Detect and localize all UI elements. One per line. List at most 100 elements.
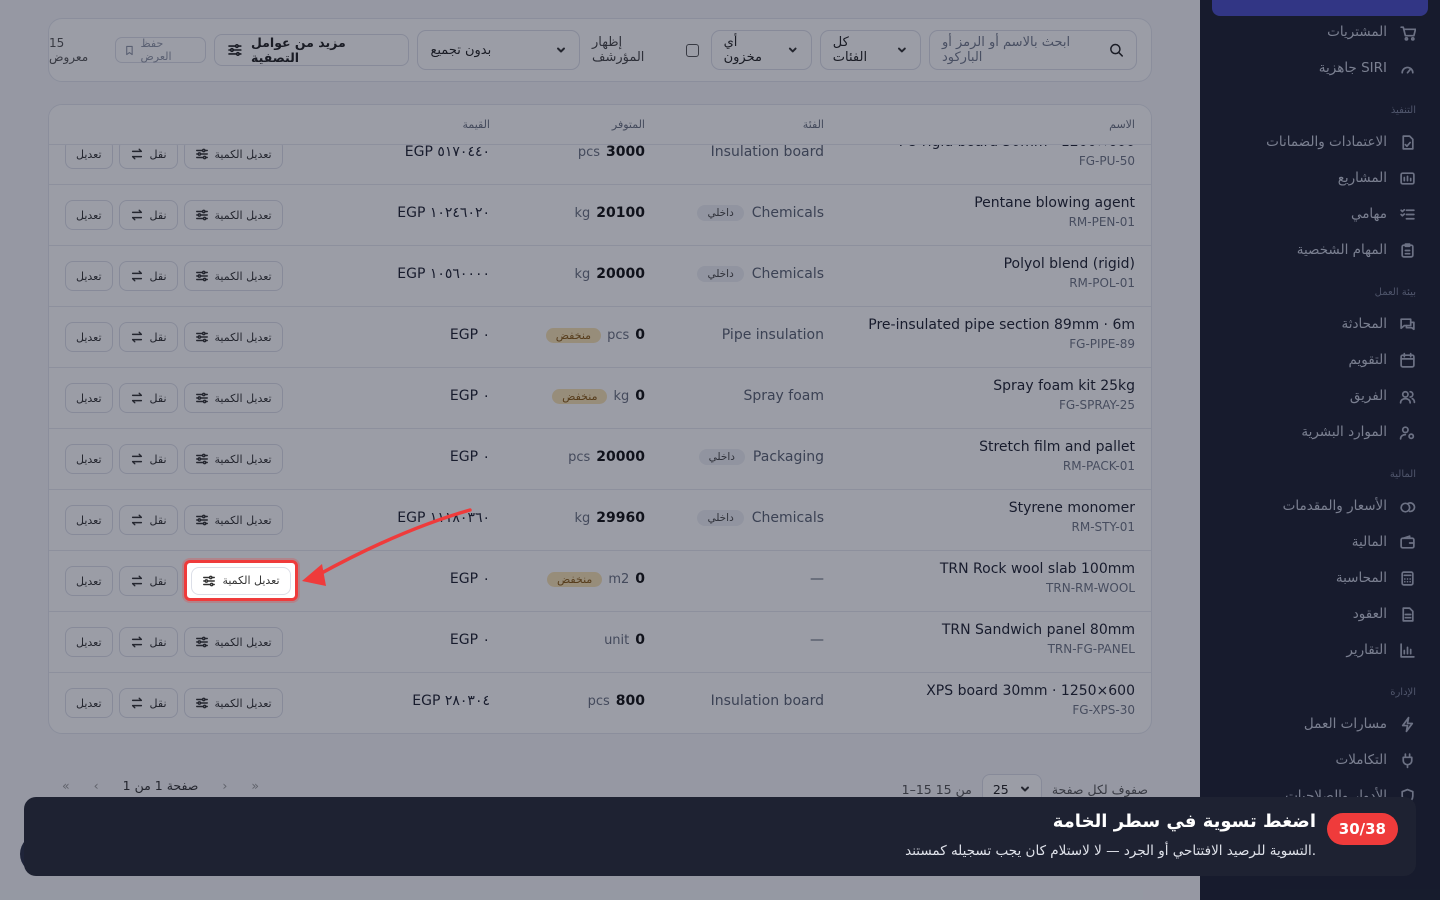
item-name[interactable]: Styrene monomer — [1009, 500, 1135, 516]
sidebar-item[interactable]: التقارير — [1200, 632, 1440, 668]
internal-badge: داخلي — [697, 510, 744, 526]
edit-button[interactable]: تعديل — [65, 200, 113, 230]
sidebar-item[interactable]: المالية — [1200, 524, 1440, 560]
sidebar-item[interactable]: المشتريات — [1200, 14, 1440, 50]
sidebar-item[interactable]: مهامي — [1200, 196, 1440, 232]
sidebar-item-label: المحاسبة — [1335, 570, 1387, 586]
sliders-icon — [195, 697, 208, 709]
item-category: Insulation board — [710, 693, 824, 709]
item-name[interactable]: Spray foam kit 25kg — [993, 378, 1135, 394]
edit-button[interactable]: تعديل — [65, 627, 113, 657]
adjust-quantity-button[interactable]: تعديل الكمية — [183, 383, 283, 413]
item-category: — — [810, 571, 824, 587]
grouping-select[interactable]: بدون تجميع — [417, 30, 580, 70]
item-name[interactable]: Stretch film and pallet — [979, 439, 1135, 455]
item-name[interactable]: TRN Sandwich panel 80mm — [942, 622, 1135, 638]
adjust-quantity-button[interactable]: تعديل الكمية — [183, 322, 283, 352]
item-name[interactable]: Polyol blend (rigid) — [1004, 256, 1135, 272]
item-name[interactable]: Pre-insulated pipe section 89mm · 6m — [868, 317, 1135, 333]
adjust-quantity-button[interactable]: تعديل الكمية — [191, 566, 291, 595]
sidebar-item[interactable]: المهام الشخصية — [1200, 232, 1440, 268]
next-page-button[interactable]: › — [222, 778, 227, 793]
transfer-button[interactable]: نقل — [118, 627, 178, 657]
transfer-button[interactable]: نقل — [118, 566, 178, 596]
adjust-quantity-button[interactable]: تعديل الكمية — [183, 627, 283, 657]
sliders-icon — [195, 270, 208, 282]
sidebar-item[interactable]: التقويم — [1200, 342, 1440, 378]
sidebar-item[interactable]: الأسعار والمقدمات — [1200, 488, 1440, 524]
plug-icon — [1402, 752, 1413, 768]
adjust-quantity-label: تعديل الكمية — [214, 635, 272, 649]
sidebar-item[interactable]: المشاريع — [1200, 160, 1440, 196]
adjust-quantity-label: تعديل الكمية — [214, 696, 272, 710]
item-quantity: 3000 — [606, 144, 645, 160]
adjust-quantity-button[interactable]: تعديل الكمية — [183, 688, 283, 718]
transfer-button[interactable]: نقل — [118, 383, 178, 413]
item-name-cell: Pentane blowing agent RM-PEN-01 — [974, 195, 1135, 229]
adjust-quantity-button[interactable]: تعديل الكمية — [183, 200, 283, 230]
first-page-button[interactable]: « — [62, 778, 70, 793]
edit-button[interactable]: تعديل — [65, 505, 113, 535]
sidebar-item[interactable]: مسارات العمل — [1200, 706, 1440, 742]
item-name[interactable]: XPS board 30mm · 1250×600 — [926, 683, 1135, 699]
transfer-button[interactable]: نقل — [118, 200, 178, 230]
archived-checkbox[interactable] — [685, 43, 699, 57]
prev-page-button[interactable]: ‹ — [94, 778, 99, 793]
calculator-icon — [1401, 570, 1414, 586]
item-unit: unit — [604, 632, 630, 648]
transfer-button[interactable]: نقل — [118, 505, 178, 535]
transfer-button[interactable]: نقل — [118, 261, 178, 291]
item-unit: pcs — [568, 449, 591, 465]
archived-toggle[interactable]: إظهار المؤرشف — [588, 35, 703, 65]
table-row: Pentane blowing agent RM-PEN-01 داخلي Chemi… — [49, 185, 1151, 246]
sidebar-item[interactable]: العقود — [1200, 596, 1440, 632]
search-placeholder: ابحث بالاسم أو الرمز أو الباركود — [941, 35, 1071, 65]
adjust-quantity-button[interactable]: تعديل الكمية — [183, 505, 283, 535]
save-view-button[interactable]: حفظ العرض — [114, 37, 207, 63]
sidebar-item[interactable]: المحادثة — [1200, 306, 1440, 342]
last-page-button[interactable]: » — [251, 778, 259, 793]
adjust-quantity-button[interactable]: تعديل الكمية — [183, 261, 283, 291]
sidebar-item[interactable]: الاعتمادات والضمانات — [1200, 124, 1440, 160]
chat-icon — [1400, 317, 1415, 330]
item-category-cell: Pipe insulation — [722, 327, 824, 343]
table-row: Polyol blend (rigid) RM-POL-01 داخلي Chemic… — [49, 246, 1151, 307]
internal-badge: داخلي — [698, 449, 745, 465]
category-select[interactable]: كل الفئات — [819, 30, 921, 70]
edit-button[interactable]: تعديل — [65, 261, 113, 291]
edit-label: تعديل — [76, 208, 102, 222]
item-name-cell: Stretch film and pallet RM-PACK-01 — [979, 439, 1135, 473]
item-name[interactable]: Pentane blowing agent — [974, 195, 1135, 211]
adjust-quantity-button[interactable]: تعديل الكمية — [183, 444, 283, 474]
item-unit: pcs — [587, 693, 610, 709]
transfer-arrows-icon — [131, 148, 142, 160]
header-available: المتوفر — [611, 118, 645, 131]
sidebar-item-label: المحادثة — [1341, 316, 1387, 332]
sidebar-nav: المشتريات جاهزية SIRI التنفيذ الاعتمادات وا… — [1200, 14, 1440, 814]
transfer-button[interactable]: نقل — [118, 688, 178, 718]
highlighted-adjust-button[interactable]: تعديل الكمية — [184, 560, 298, 601]
edit-button[interactable]: تعديل — [65, 383, 113, 413]
item-quantity-cell: pcs 3000 — [578, 144, 645, 160]
tutorial-text: التسوية للرصيد الافتتاحي أو الجرد — لا ل… — [905, 843, 1316, 859]
transfer-button[interactable]: نقل — [118, 322, 178, 352]
more-filters-button[interactable]: مزيد من عوامل التصفية — [214, 34, 410, 66]
sidebar-item[interactable]: الفريق — [1200, 378, 1440, 414]
sliders-icon — [195, 148, 208, 160]
sidebar-item[interactable]: جاهزية SIRI — [1200, 50, 1440, 86]
item-name[interactable]: TRN Rock wool slab 100mm — [940, 561, 1135, 577]
edit-button[interactable]: تعديل — [65, 566, 113, 596]
sliders-icon — [195, 392, 208, 404]
edit-button[interactable]: تعديل — [65, 322, 113, 352]
edit-button[interactable]: تعديل — [65, 688, 113, 718]
sidebar-item[interactable]: الموارد البشرية — [1200, 414, 1440, 450]
calendar-icon — [1400, 352, 1415, 368]
item-value: EGP ١١١٨٠٣٦٠ — [397, 510, 490, 526]
transfer-button[interactable]: نقل — [118, 444, 178, 474]
edit-button[interactable]: تعديل — [65, 444, 113, 474]
warehouse-select[interactable]: أي مخزون — [710, 30, 812, 70]
sidebar-item[interactable]: المحاسبة — [1200, 560, 1440, 596]
sidebar-item[interactable]: التكاملات — [1200, 742, 1440, 778]
search-input[interactable]: ابحث بالاسم أو الرمز أو الباركود — [928, 30, 1137, 70]
sidebar-item-label: جاهزية SIRI — [1318, 60, 1387, 76]
